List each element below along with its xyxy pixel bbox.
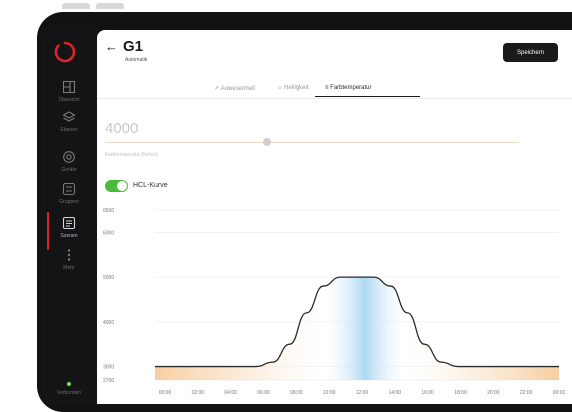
sidebar-item-label: Gruppen	[59, 199, 79, 205]
toggle-knob	[117, 181, 127, 191]
groups-icon	[62, 182, 76, 196]
sidebar: Übersicht Ebenen Geräte Gruppen Szenen M…	[41, 30, 97, 404]
hcl-toggle[interactable]	[105, 180, 128, 192]
sidebar-item-label: Übersicht	[58, 97, 80, 103]
sidebar-item-label: Szenen	[60, 233, 78, 239]
devices-icon	[63, 151, 75, 163]
x-tick-label: 22:00	[520, 390, 533, 396]
tab-color-temperature[interactable]: ≡ Farbtemperatur	[325, 85, 372, 91]
y-tick-label: 3000	[103, 365, 114, 371]
curve-area	[155, 277, 559, 380]
layers-icon	[62, 111, 76, 122]
y-tick-label: 6000	[103, 230, 114, 236]
tab-label: Anwesenheit	[220, 86, 256, 92]
main-panel: ← G1 Automatik Speichern ↗ Anwesenheit ☼…	[97, 30, 572, 404]
x-tick-label: 16:00	[421, 390, 434, 396]
sidebar-item-label: Mehr	[63, 265, 75, 271]
x-tick-label: 02:00	[192, 390, 205, 396]
more-icon	[67, 249, 71, 261]
logo-icon	[54, 41, 76, 63]
save-button[interactable]: Speichern	[503, 43, 558, 62]
y-tick-label: 5000	[103, 275, 114, 281]
presence-icon: ↗	[214, 86, 221, 92]
tablet-screen: Übersicht Ebenen Geräte Gruppen Szenen M…	[41, 30, 572, 404]
active-tab-underline	[315, 96, 420, 97]
temperature-caption: Farbtemperatur (Kelvin)	[105, 152, 158, 158]
x-tick-label: 14:00	[389, 390, 402, 396]
x-tick-label: 20:00	[487, 390, 500, 396]
sidebar-item-label: Ebenen	[60, 127, 78, 133]
sidebar-item-more[interactable]: Mehr	[41, 248, 97, 288]
sidebar-item-layers[interactable]: Ebenen	[41, 110, 97, 150]
page-title: G1	[123, 38, 144, 55]
y-tick-label: 6500	[103, 208, 114, 214]
tab-presence[interactable]: ↗ Anwesenheit	[214, 85, 255, 92]
x-tick-label: 04:00	[224, 390, 237, 396]
status-dot-icon	[67, 382, 71, 386]
hcl-toggle-label: HCL-Kurve	[133, 182, 168, 189]
y-tick-label: 2700	[103, 378, 114, 384]
x-tick-label: 12:00	[356, 390, 369, 396]
scenes-icon	[62, 216, 76, 230]
y-tick-label: 4000	[103, 320, 114, 326]
sidebar-item-label: Geräte	[61, 167, 77, 173]
x-tick-label: 06:00	[257, 390, 270, 396]
temperature-value: 4000	[105, 120, 139, 137]
floorplan-icon	[62, 80, 76, 94]
x-tick-label: 00:00	[159, 390, 172, 396]
tablet-button	[62, 3, 90, 9]
back-arrow-icon[interactable]: ←	[105, 39, 118, 54]
x-tick-label: 00:00	[553, 390, 566, 396]
page-subtitle: Automatik	[125, 57, 148, 63]
x-tick-label: 18:00	[454, 390, 467, 396]
temperature-slider-track[interactable]	[105, 142, 519, 143]
tab-label: Farbtemperatur	[330, 85, 372, 91]
temperature-slider-thumb[interactable]	[263, 138, 271, 146]
status-label: Verbunden	[56, 390, 82, 396]
x-tick-label: 08:00	[290, 390, 303, 396]
tablet-button	[96, 3, 124, 9]
connection-status: Verbunden	[41, 382, 97, 396]
tab-label: Helligkeit	[284, 85, 309, 91]
tab-brightness[interactable]: ☼ Helligkeit	[277, 85, 309, 91]
x-tick-label: 10:00	[323, 390, 336, 396]
hcl-curve-chart[interactable]: 6500 6000 5000 4000 3000 2700 00:00 02:00 04:00…	[97, 200, 572, 404]
